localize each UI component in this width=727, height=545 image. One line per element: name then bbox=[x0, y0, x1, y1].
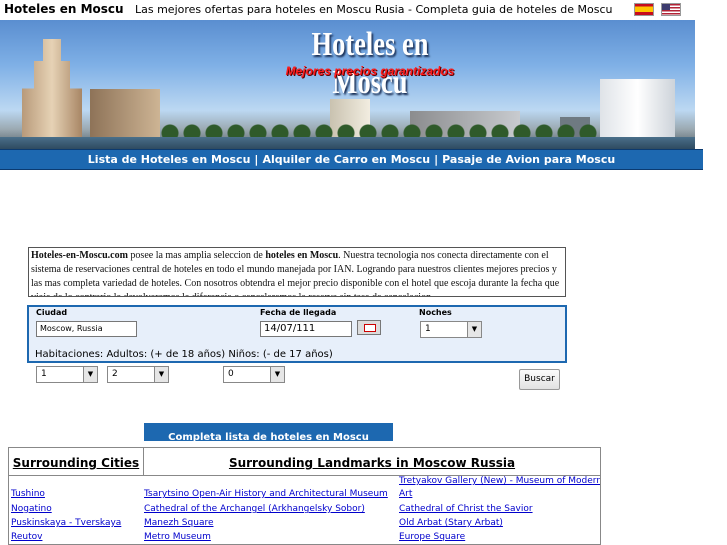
landmark-link[interactable]: Old Arbat (Stary Arbat) bbox=[399, 518, 503, 528]
hotel-search-form: Ciudad Moscow, Russia Fecha de llegada 1… bbox=[27, 305, 567, 363]
hotel-list-banner[interactable]: Completa lista de hoteles en Moscu bbox=[144, 423, 393, 441]
chevron-down-icon: ▼ bbox=[467, 322, 481, 337]
landmark-link[interactable]: Europe Square bbox=[399, 532, 465, 542]
children-select[interactable]: 0 ▼ bbox=[223, 366, 285, 383]
calendar-icon[interactable] bbox=[357, 320, 381, 335]
chevron-down-icon: ▼ bbox=[270, 367, 284, 382]
main-nav: Lista de Hoteles en Moscu | Alquiler de … bbox=[0, 149, 703, 170]
tagline: Las mejores ofertas para hoteles en Mosc… bbox=[135, 3, 613, 16]
occupancy-labels: Habitaciones: Adultos: (+ de 18 años) Ni… bbox=[35, 349, 333, 360]
nav-separator: | bbox=[434, 153, 439, 166]
nav-hotel-list-link[interactable]: Lista de Hoteles en Moscu bbox=[88, 153, 251, 166]
chevron-down-icon: ▼ bbox=[154, 367, 168, 382]
nav-car-rental-link[interactable]: Alquiler de Carro en Moscu bbox=[262, 153, 430, 166]
description-text: posee la mas amplia seleccion de bbox=[127, 250, 266, 261]
landmark-link[interactable]: Manezh Square bbox=[144, 518, 214, 528]
us-flag-icon[interactable] bbox=[661, 3, 681, 16]
river-image bbox=[0, 137, 695, 149]
top-bar: Hoteles en Moscu Las mejores ofertas par… bbox=[0, 0, 727, 20]
nav-flights-link[interactable]: Pasaje de Avion para Moscu bbox=[442, 153, 615, 166]
nights-select[interactable]: 1 ▼ bbox=[420, 321, 482, 338]
landmark-link[interactable]: Tretyakov Gallery (New) - Museum of Mode… bbox=[399, 476, 600, 486]
landmark-link[interactable]: Cathedral of Christ the Savior bbox=[399, 504, 533, 514]
spanish-flag-icon[interactable] bbox=[634, 3, 654, 16]
city-input[interactable]: Moscow, Russia bbox=[36, 321, 137, 337]
nights-value: 1 bbox=[425, 324, 431, 334]
city-label: Ciudad bbox=[36, 308, 68, 317]
arrival-date-input[interactable]: 14/07/111 bbox=[260, 321, 352, 337]
city-link[interactable]: Puskinskaya - Tverskaya bbox=[11, 518, 121, 528]
children-label: Niños: (- de 17 años) bbox=[228, 349, 333, 360]
adults-value: 2 bbox=[112, 369, 118, 379]
nights-label: Noches bbox=[419, 308, 452, 317]
rooms-value: 1 bbox=[41, 369, 47, 379]
surrounding-cities-header: Surrounding Cities bbox=[12, 456, 140, 470]
surrounding-landmarks-header: Surrounding Landmarks in Moscow Russia bbox=[228, 456, 516, 470]
rooms-label: Habitaciones: bbox=[35, 349, 104, 360]
chevron-down-icon: ▼ bbox=[83, 367, 97, 382]
banner-subtitle: Mejores precios garantizados bbox=[285, 64, 455, 78]
header-banner: Hoteles en Moscu Mejores precios garanti… bbox=[0, 20, 695, 149]
children-value: 0 bbox=[228, 369, 234, 379]
arrival-date-label: Fecha de llegada bbox=[260, 308, 337, 317]
city-link[interactable]: Reutov bbox=[11, 532, 42, 542]
search-button[interactable]: Buscar bbox=[519, 369, 560, 390]
city-link[interactable]: Nogatino bbox=[11, 504, 52, 514]
rooms-select[interactable]: 1 ▼ bbox=[36, 366, 98, 383]
site-description: Hoteles-en-Moscu.com posee la mas amplia… bbox=[28, 247, 566, 297]
surrounding-table: Surrounding Cities Surrounding Landmarks… bbox=[8, 447, 601, 545]
adults-label: Adultos: (+ de 18 años) bbox=[106, 349, 226, 360]
landmark-link[interactable]: Tsarytsino Open-Air History and Architec… bbox=[144, 489, 388, 499]
brand-name: Hoteles-en-Moscu.com bbox=[31, 250, 128, 261]
landmark-link[interactable]: Art bbox=[399, 489, 412, 499]
landmark-link[interactable]: Cathedral of the Archangel (Arkhangelsky… bbox=[144, 504, 365, 514]
city-link[interactable]: Tushino bbox=[11, 489, 45, 499]
adults-select[interactable]: 2 ▼ bbox=[107, 366, 169, 383]
landmark-link[interactable]: Metro Museum bbox=[144, 532, 211, 542]
skyscraper-image bbox=[22, 39, 82, 149]
description-highlight: hoteles en Moscu bbox=[265, 250, 339, 261]
site-name[interactable]: Hoteles en Moscu bbox=[4, 2, 124, 16]
nav-separator: | bbox=[254, 153, 259, 166]
